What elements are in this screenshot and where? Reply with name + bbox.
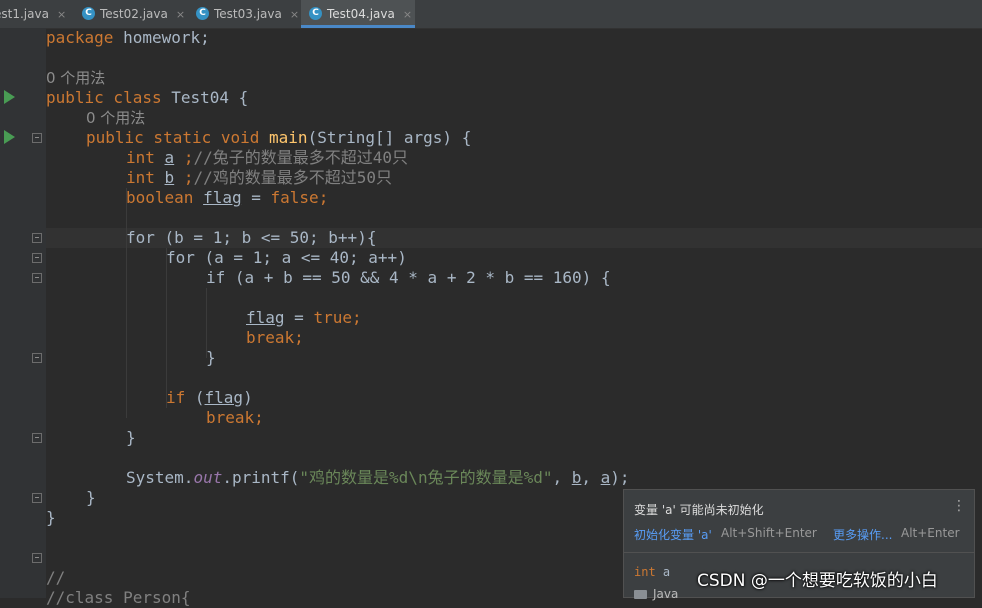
code-line: flag = true;: [246, 308, 362, 327]
code-line: boolean flag = false;: [126, 188, 329, 207]
class-icon: C: [82, 7, 95, 20]
code-line: break;: [246, 328, 304, 347]
usage-hint[interactable]: 0 个用法: [46, 68, 105, 88]
fold-icon[interactable]: [32, 233, 42, 243]
code-line: }: [86, 488, 96, 507]
popup-title: 变量 'a' 可能尚未初始化: [634, 503, 764, 517]
package-label: Java: [634, 587, 678, 601]
declaration-preview: int a: [634, 565, 671, 579]
fold-icon[interactable]: [32, 133, 42, 143]
code-line: public class Test04 {: [46, 88, 249, 107]
tab-label: Test02.java: [100, 7, 168, 21]
close-icon[interactable]: ×: [57, 8, 66, 21]
close-icon[interactable]: ×: [176, 8, 185, 21]
fold-icon[interactable]: [32, 353, 42, 363]
fold-icon[interactable]: [32, 253, 42, 263]
shortcut-label: Alt+Shift+Enter: [721, 526, 817, 540]
watermark: CSDN @一个想要吃软饭的小白: [697, 571, 938, 591]
tab-label: Test04.java: [327, 7, 395, 21]
code-line: int b ;//鸡的数量最多不超过50只: [126, 168, 392, 187]
code-line: public static void main(String[] args) {: [86, 128, 472, 147]
code-line: }: [206, 348, 216, 367]
code-line: if (flag): [166, 388, 253, 407]
usage-hint[interactable]: 0 个用法: [86, 108, 145, 128]
indent-guide: [126, 188, 127, 418]
fold-icon[interactable]: [32, 273, 42, 283]
code-line: //: [46, 568, 66, 587]
shortcut-label: Alt+Enter: [901, 526, 960, 540]
code-line: break;: [206, 408, 264, 427]
run-class-icon[interactable]: [4, 90, 15, 104]
tab-test02[interactable]: C Test02.java ×: [74, 0, 194, 28]
editor-gutter: [0, 28, 46, 598]
tab-test03[interactable]: C Test03.java ×: [188, 0, 306, 28]
code-line: if (a + b == 50 && 4 * a + 2 * b == 160)…: [206, 268, 611, 287]
close-icon[interactable]: ×: [403, 8, 412, 21]
fold-icon[interactable]: [32, 553, 42, 563]
tab-label: Test03.java: [214, 7, 282, 21]
indent-guide: [166, 248, 167, 408]
tab-label: est1.java: [0, 7, 49, 21]
more-options-icon[interactable]: ⋮: [952, 498, 966, 514]
close-icon[interactable]: ×: [290, 8, 299, 21]
code-line: System.out.printf("鸡的数量是%d\n兔子的数量是%d", b…: [126, 468, 630, 487]
code-line: //class Person{: [46, 588, 191, 607]
code-line: for (b = 1; b <= 50; b++){: [126, 228, 377, 247]
initialize-variable-action[interactable]: 初始化变量 'a': [634, 526, 712, 543]
run-main-icon[interactable]: [4, 130, 15, 144]
code-line: int a ;//兔子的数量最多不超过40只: [126, 148, 408, 167]
code-line: }: [46, 508, 56, 527]
class-icon: C: [309, 7, 322, 20]
code-line: package homework;: [46, 28, 210, 47]
fold-icon[interactable]: [32, 433, 42, 443]
class-icon: C: [196, 7, 209, 20]
more-actions-link[interactable]: 更多操作...: [833, 526, 892, 543]
tab-test04[interactable]: C Test04.java ×: [301, 0, 415, 28]
fold-icon[interactable]: [32, 493, 42, 503]
divider: [624, 552, 974, 553]
code-line: }: [126, 428, 136, 447]
tab-test01[interactable]: est1.java ×: [0, 0, 66, 28]
code-line: for (a = 1; a <= 40; a++): [166, 248, 407, 267]
editor-tab-bar: est1.java × C Test02.java × C Test03.java × C…: [0, 0, 982, 29]
